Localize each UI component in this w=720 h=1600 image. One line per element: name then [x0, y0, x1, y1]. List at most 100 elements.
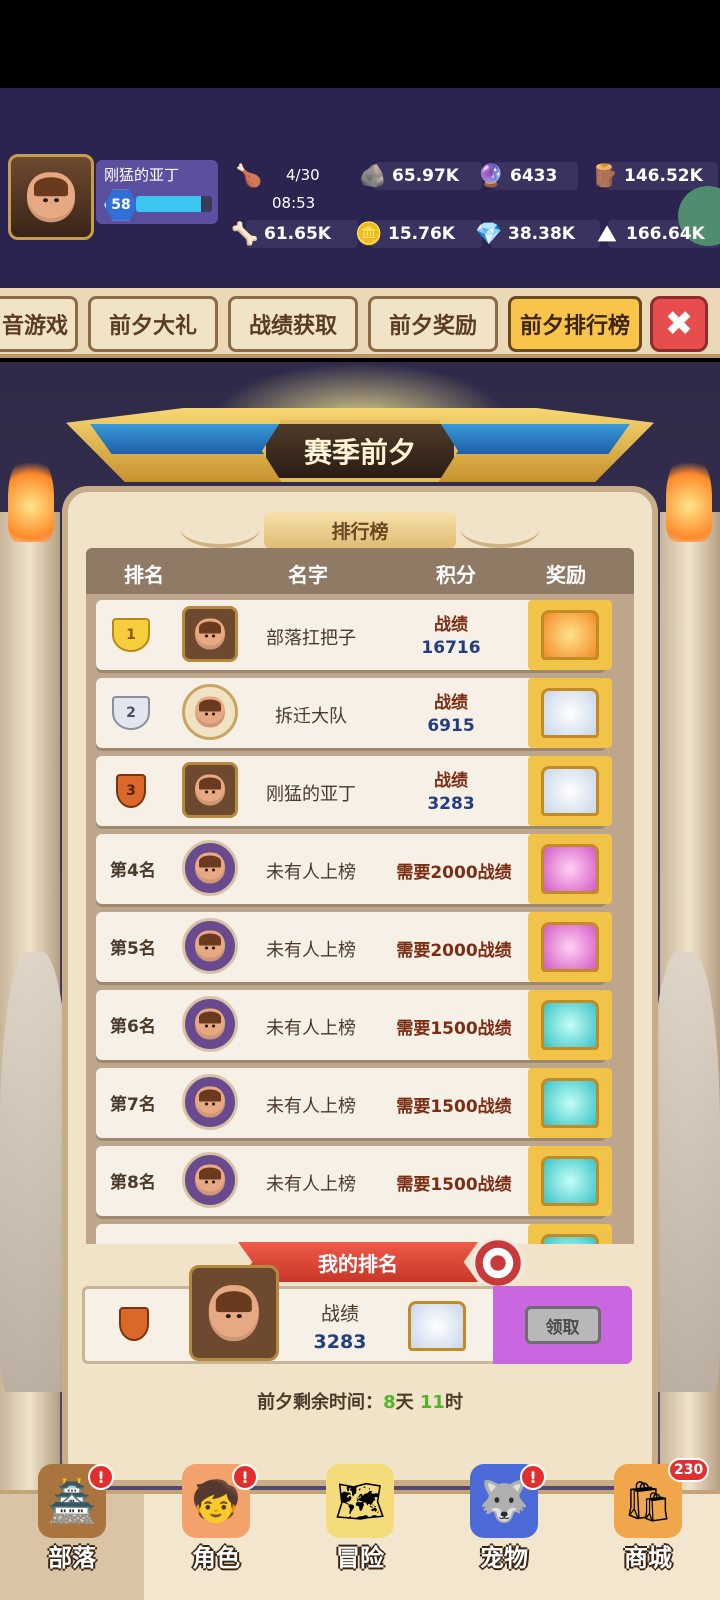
- table-header: 排名 名字 积分 奖励: [86, 548, 634, 594]
- my-reward-chest[interactable]: [405, 1297, 469, 1355]
- tab-eve-rewards[interactable]: 前夕奖励: [368, 296, 498, 352]
- season-title: 赛季前夕: [262, 420, 458, 482]
- avatar[interactable]: [182, 606, 238, 662]
- reward-chest[interactable]: [528, 1146, 612, 1216]
- bottom-nav: 🏯 ! 部落 🧒 ! 角色 🗺 冒险 🐺 ! 宠物 🛍 230 商城: [0, 1458, 720, 1600]
- bone-icon: 🦴: [231, 221, 259, 247]
- avatar[interactable]: [182, 918, 238, 974]
- reward-chest[interactable]: [528, 756, 612, 826]
- avatar[interactable]: [182, 762, 238, 818]
- alert-badge: !: [88, 1464, 114, 1490]
- reward-chest[interactable]: [528, 600, 612, 670]
- reward-chest[interactable]: [528, 912, 612, 982]
- map-icon: 🗺: [326, 1464, 394, 1538]
- coin-resource: 🪙 15.76K: [352, 218, 482, 250]
- purple-gem-plus-icon[interactable]: 🔮: [474, 160, 508, 192]
- player-name: 未有人上榜: [266, 1174, 356, 1195]
- column-name: 名字: [288, 563, 328, 587]
- nav-adventure[interactable]: 🗺 冒险: [288, 1464, 432, 1600]
- table-row[interactable]: 第5名 未有人上榜 需要2000战绩: [96, 912, 612, 982]
- alert-badge: !: [232, 1464, 258, 1490]
- table-row-partial[interactable]: [96, 1224, 612, 1244]
- column-rank: 排名: [124, 563, 164, 587]
- tab-record-acquire[interactable]: 战绩获取: [228, 296, 358, 352]
- energy-timer: 08:53: [272, 194, 316, 212]
- avatar[interactable]: [182, 840, 238, 896]
- claim-area: 领取: [493, 1286, 632, 1364]
- player-name: 拆迁大队: [275, 706, 347, 727]
- requirement-text: 需要2000战绩: [396, 941, 512, 961]
- close-button[interactable]: ✖: [650, 296, 708, 352]
- wood-value: 146.52K: [624, 166, 703, 186]
- reward-chest[interactable]: [528, 678, 612, 748]
- player-name: 未有人上榜: [266, 1018, 356, 1039]
- crystal-value: 38.38K: [508, 224, 575, 244]
- nav-character[interactable]: 🧒 ! 角色: [144, 1464, 288, 1600]
- player-name: 部落扛把子: [266, 628, 356, 649]
- crystal-icon: 💎: [475, 221, 503, 247]
- stone-resource[interactable]: 🪨 65.97K: [356, 160, 482, 192]
- score-value: 16716: [421, 638, 481, 658]
- avatar-face: [27, 172, 75, 222]
- reward-chest[interactable]: [528, 990, 612, 1060]
- player-avatar[interactable]: [8, 154, 94, 240]
- silver-trophy-icon: 2: [108, 692, 154, 734]
- reward-chest[interactable]: [528, 834, 612, 904]
- nav-tribe[interactable]: 🏯 ! 部落: [0, 1464, 144, 1600]
- leaderboard-scene: 赛季前夕 排行榜 排名 名字 积分 奖励 1 部落扛把子 战绩 16716 2: [0, 362, 720, 1490]
- table-row[interactable]: 1 部落扛把子 战绩 16716: [96, 600, 612, 670]
- avatar[interactable]: [182, 684, 238, 740]
- nav-pet[interactable]: 🐺 ! 宠物: [432, 1464, 576, 1600]
- score-value: 3283: [427, 794, 475, 814]
- tab-eve-leaderboard[interactable]: 前夕排行榜: [508, 296, 642, 352]
- table-row[interactable]: 第7名 未有人上榜 需要1500战绩: [96, 1068, 612, 1138]
- table-row[interactable]: 第4名 未有人上榜 需要2000战绩: [96, 834, 612, 904]
- countdown-hours: 11: [419, 1392, 445, 1413]
- nav-label: 商城: [624, 1544, 672, 1572]
- energy-resource[interactable]: 🍗: [232, 160, 266, 192]
- my-score-value: 3283: [313, 1331, 367, 1353]
- tab-music-game[interactable]: 音游戏: [0, 296, 78, 352]
- teal-chest-icon: [541, 1078, 599, 1128]
- avatar[interactable]: [182, 996, 238, 1052]
- silver-chest-icon: [408, 1301, 466, 1351]
- energy-plus-icon[interactable]: 🍗: [232, 160, 266, 192]
- nav-label: 宠物: [480, 1544, 528, 1572]
- gold-trophy-icon: 1: [108, 614, 154, 656]
- reward-chest[interactable]: [528, 1068, 612, 1138]
- table-row[interactable]: 第8名 未有人上榜 需要1500战绩: [96, 1146, 612, 1216]
- my-avatar[interactable]: [189, 1265, 279, 1361]
- alert-badge: !: [520, 1464, 546, 1490]
- resource-header: 刚猛的亚丁 58 🍗 4/30 08:53 🪨 65.97K 🔮 6433 🪵 …: [0, 88, 720, 288]
- my-rank-row: 战绩 3283 领取: [82, 1265, 632, 1364]
- statue-left: [0, 952, 70, 1392]
- nav-label: 部落: [48, 1544, 96, 1572]
- countdown-days: 8: [383, 1392, 396, 1413]
- leaderboard-list[interactable]: 1 部落扛把子 战绩 16716 2 拆迁大队 战绩 6915 3 刚猛的亚丁: [86, 594, 634, 1244]
- reward-chest[interactable]: [528, 1224, 612, 1244]
- tab-bar: 音游戏 前夕大礼 战绩获取 前夕奖励 前夕排行榜 ✖: [0, 288, 720, 358]
- avatar[interactable]: [182, 1152, 238, 1208]
- stone-plus-icon[interactable]: 🪨: [356, 160, 390, 192]
- score-value: 6915: [427, 716, 475, 736]
- avatar[interactable]: [182, 1074, 238, 1130]
- tab-eve-gift[interactable]: 前夕大礼: [88, 296, 218, 352]
- rank-text: 第4名: [110, 861, 156, 881]
- table-row[interactable]: 3 刚猛的亚丁 战绩 3283: [96, 756, 612, 826]
- claim-button[interactable]: 领取: [524, 1306, 601, 1344]
- nav-shop[interactable]: 🛍 230 商城: [576, 1458, 720, 1600]
- xp-bar: [136, 196, 212, 212]
- gem-resource[interactable]: 🔮 6433: [474, 160, 578, 192]
- table-row[interactable]: 2 拆迁大队 战绩 6915: [96, 678, 612, 748]
- bone-resource: 🦴 61.65K: [228, 218, 358, 250]
- requirement-text: 需要2000战绩: [396, 863, 512, 883]
- table-row[interactable]: 第6名 未有人上榜 需要1500战绩: [96, 990, 612, 1060]
- crystal-resource: 💎 38.38K: [472, 218, 600, 250]
- ore-icon: ⛰: [597, 221, 617, 247]
- rank-text: 第7名: [110, 1095, 156, 1115]
- laurel-right-icon: [460, 508, 540, 548]
- player-name: 未有人上榜: [266, 1096, 356, 1117]
- player-name: 刚猛的亚丁: [266, 784, 356, 805]
- torch-icon: [8, 452, 54, 542]
- wood-resource: 🪵 146.52K: [588, 160, 718, 192]
